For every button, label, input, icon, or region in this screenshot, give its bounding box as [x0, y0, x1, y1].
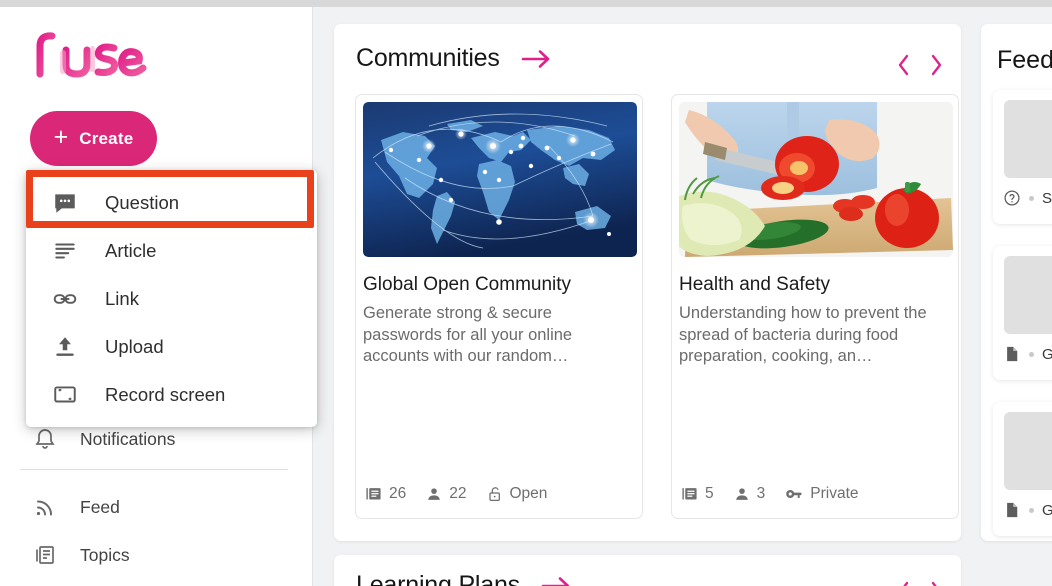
chevron-right-icon[interactable] — [929, 581, 943, 586]
members-stat: 22 — [426, 485, 467, 503]
comment-dots-icon — [51, 189, 79, 217]
rss-icon — [32, 494, 58, 520]
sidebar-item-topics[interactable]: Topics — [0, 531, 313, 579]
sidebar-item-feed[interactable]: Feed — [0, 483, 313, 531]
article-lines-icon — [51, 237, 79, 265]
arrow-right-icon[interactable] — [521, 48, 551, 70]
community-card[interactable]: Global Open Community Generate strong & … — [355, 94, 643, 519]
feed-card[interactable]: G — [993, 246, 1052, 380]
create-menu-item-article[interactable]: Article — [26, 227, 317, 275]
members-count: 3 — [756, 485, 766, 502]
feed-card-meta: G — [1003, 501, 1052, 519]
key-icon — [785, 486, 803, 502]
posts-stat: 26 — [365, 485, 406, 503]
sidebar-item-notifications-label: Notifications — [80, 428, 176, 449]
feed-thumbnail — [1004, 100, 1052, 178]
create-menu-item-question-label: Question — [105, 192, 180, 213]
feed-card-source: G — [1042, 345, 1052, 363]
posts-count: 5 — [705, 485, 714, 502]
question-circle-icon — [1003, 189, 1021, 207]
community-card-stats: 5 3 Private — [681, 485, 859, 503]
create-menu-item-record-screen-label: Record screen — [105, 384, 226, 405]
sidebar-item-communities[interactable]: Communities — [0, 579, 313, 586]
posts-count: 26 — [389, 485, 407, 502]
create-button[interactable]: + Create — [30, 111, 157, 166]
feed-card[interactable]: S — [993, 90, 1052, 224]
learning-plans-title: Learning Plans — [356, 571, 520, 586]
create-button-label: Create — [79, 128, 134, 148]
world-network-map-image — [363, 102, 637, 257]
plus-icon: + — [53, 123, 69, 151]
communities-title: Communities — [356, 44, 500, 72]
person-icon — [426, 486, 442, 503]
create-menu-item-article-label: Article — [105, 240, 157, 261]
record-screen-icon — [51, 381, 79, 409]
privacy-label: Private — [810, 485, 859, 502]
feed-separator-dot — [1029, 195, 1034, 201]
create-dropdown-menu: Question Article Link Upload Record scre… — [26, 170, 317, 427]
feed-card-meta: G — [1003, 345, 1052, 363]
create-menu-item-upload[interactable]: Upload — [26, 323, 317, 371]
feed-card-source: G — [1042, 501, 1052, 519]
feed-card-meta: S — [1003, 189, 1052, 207]
link-chain-icon — [51, 285, 79, 313]
chevron-right-icon[interactable] — [929, 54, 943, 76]
feed-thumbnail — [1004, 412, 1052, 490]
chopping-vegetables-photo — [679, 102, 953, 257]
left-sidebar: + Create Notifications Feed Topics Quest… — [0, 7, 317, 586]
posts-icon — [365, 486, 382, 503]
chevron-left-icon[interactable] — [897, 54, 911, 76]
community-card-title: Global Open Community — [363, 274, 572, 295]
browser-top-strip — [0, 0, 1052, 7]
communities-header: Communities — [356, 44, 551, 73]
bell-icon — [32, 426, 58, 452]
posts-icon — [681, 486, 698, 503]
arrow-right-icon[interactable] — [541, 575, 571, 586]
communities-panel: Communities Global Open Community Genera… — [334, 24, 961, 541]
document-icon — [1003, 345, 1021, 363]
feed-card-source: S — [1042, 189, 1052, 207]
main-content: Communities Global Open Community Genera… — [313, 7, 1052, 586]
privacy-stat: Private — [785, 485, 859, 503]
community-card-title: Health and Safety — [679, 274, 831, 295]
unlock-icon — [487, 485, 503, 503]
feed-panel-title: Feed — [997, 46, 1052, 74]
create-menu-item-link[interactable]: Link — [26, 275, 317, 323]
privacy-stat: Open — [487, 485, 548, 503]
communities-carousel-nav — [897, 54, 943, 76]
community-card-description: Generate strong & secure passwords for a… — [363, 304, 573, 365]
members-stat: 3 — [734, 485, 766, 503]
upload-arrow-icon — [51, 333, 79, 361]
members-count: 22 — [449, 485, 467, 502]
create-menu-item-record-screen[interactable]: Record screen — [26, 371, 317, 419]
privacy-label: Open — [509, 485, 548, 502]
feed-card[interactable]: G — [993, 402, 1052, 536]
learning-plans-carousel-nav — [897, 581, 943, 586]
sidebar-item-feed-label: Feed — [80, 496, 120, 517]
create-menu-item-link-label: Link — [105, 288, 139, 309]
feed-thumbnail — [1004, 256, 1052, 334]
sidebar-nav: Notifications Feed Topics — [0, 417, 313, 586]
feed-separator-dot — [1029, 351, 1034, 357]
person-icon — [734, 486, 750, 503]
topics-icon — [32, 542, 58, 568]
community-card[interactable]: Health and Safety Understanding how to p… — [671, 94, 959, 519]
document-icon — [1003, 501, 1021, 519]
fuse-logo[interactable] — [30, 28, 148, 78]
learning-plans-header: Learning Plans — [356, 571, 571, 586]
community-card-description: Understanding how to prevent the spread … — [679, 304, 927, 365]
app-root: + Create Notifications Feed Topics Quest… — [0, 0, 1052, 586]
create-menu-item-question[interactable]: Question — [26, 179, 317, 227]
create-menu-item-upload-label: Upload — [105, 336, 164, 357]
feed-panel: Feed S G G — [981, 24, 1052, 541]
sidebar-item-topics-label: Topics — [80, 544, 130, 565]
chevron-left-icon[interactable] — [897, 581, 911, 586]
learning-plans-panel: Learning Plans — [334, 555, 961, 586]
posts-stat: 5 — [681, 485, 714, 503]
community-card-stats: 26 22 Open — [365, 485, 547, 503]
feed-separator-dot — [1029, 507, 1034, 513]
